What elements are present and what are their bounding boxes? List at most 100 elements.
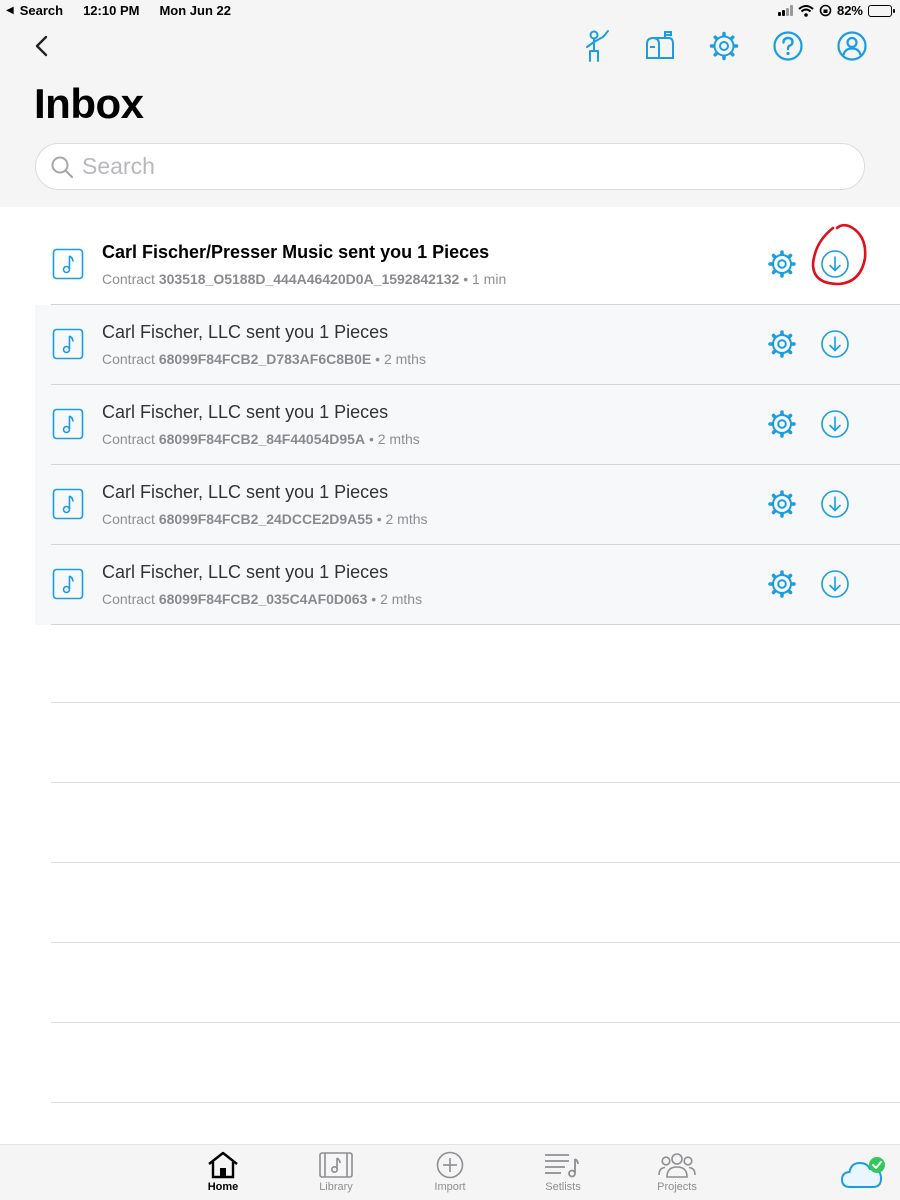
inbox-list: Carl Fischer/Presser Music sent you 1 Pi…: [0, 223, 900, 625]
row-download-button[interactable]: [820, 569, 850, 599]
inbox-row-age: • 2 mths: [371, 591, 423, 607]
empty-row-separator: [51, 703, 900, 783]
search-input[interactable]: [82, 153, 842, 180]
row-settings-button[interactable]: [767, 249, 797, 279]
inbox-row[interactable]: Carl Fischer, LLC sent you 1 Pieces Cont…: [35, 385, 900, 465]
inbox-row-age: • 2 mths: [375, 351, 426, 367]
inbox-row-subtitle: Contract 68099F84FCB2_035C4AF0D063 • 2 m…: [102, 591, 422, 607]
download-circle-icon: [821, 330, 849, 358]
contract-id: 68099F84FCB2_035C4AF0D063: [158, 591, 368, 607]
gear-icon: [768, 490, 796, 518]
file-icon-wrap: [52, 248, 84, 280]
row-settings-button[interactable]: [767, 569, 797, 599]
conductor-icon: [586, 30, 609, 62]
contract-label: Contract: [102, 271, 155, 287]
conductor-button[interactable]: [578, 28, 614, 64]
contract-label: Contract: [102, 351, 155, 367]
toolbar: [578, 28, 870, 64]
row-download-button[interactable]: [820, 329, 850, 359]
status-bar: ◀ Search 12:10 PM Mon Jun 22 82%: [0, 0, 900, 22]
tab-library[interactable]: Library: [291, 1151, 381, 1193]
inbox-row-title: Carl Fischer, LLC sent you 1 Pieces: [102, 482, 389, 502]
inbox-row[interactable]: Carl Fischer, LLC sent you 1 Pieces Cont…: [35, 545, 900, 625]
contract-id: 68099F84FCB2_24DCCE2D9A55: [158, 511, 373, 527]
setlist-icon: [545, 1154, 579, 1178]
download-circle-icon: [821, 410, 849, 438]
gear-icon: [768, 410, 796, 438]
inbox-row-age: • 2 mths: [376, 511, 428, 527]
inbox-row-title: Carl Fischer, LLC sent you 1 Pieces: [102, 562, 389, 582]
contract-id: 68099F84FCB2_D783AF6C8B0E: [158, 351, 372, 367]
settings-button[interactable]: [706, 28, 742, 64]
battery-icon: [868, 4, 895, 17]
row-download-button[interactable]: [820, 409, 850, 439]
page-title: Inbox: [34, 80, 144, 127]
status-time: 12:10 PM: [83, 3, 140, 18]
back-to-app-label[interactable]: Search: [20, 3, 63, 18]
file-icon-wrap: [52, 568, 84, 600]
inbox-row-age: • 1 min: [463, 271, 507, 287]
file-icon-wrap: [52, 408, 84, 440]
status-date: Mon Jun 22: [159, 3, 231, 18]
tab-bar: Home Library Import Setlists Projects: [0, 1144, 900, 1200]
tab-setlists[interactable]: Setlists: [518, 1151, 608, 1193]
music-file-icon: [52, 248, 84, 280]
tab-projects[interactable]: Projects: [632, 1151, 722, 1193]
home-icon: [208, 1151, 238, 1179]
music-file-icon: [52, 328, 84, 360]
mailbox-button[interactable]: [642, 28, 678, 64]
chevron-left-icon: [35, 35, 48, 57]
help-button[interactable]: [770, 28, 806, 64]
contract-id: 303518_O5188D_444A46420D0A_1592842132: [158, 271, 460, 287]
back-button[interactable]: [28, 32, 54, 60]
signal-icon: [777, 5, 793, 16]
account-button[interactable]: [834, 28, 870, 64]
gear-icon: [768, 570, 796, 598]
wifi-icon: [798, 4, 814, 17]
row-download-button[interactable]: [820, 489, 850, 519]
cloud-sync-icon: [840, 1157, 885, 1188]
row-download-button[interactable]: [820, 249, 850, 279]
inbox-row-age: • 2 mths: [368, 431, 420, 447]
inbox-row-subtitle: Contract 68099F84FCB2_84F44054D95A • 2 m…: [102, 431, 420, 447]
contract-id: 68099F84FCB2_84F44054D95A: [158, 431, 366, 447]
inbox-row-title: Carl Fischer, LLC sent you 1 Pieces: [102, 322, 389, 342]
music-file-icon: [52, 488, 84, 520]
row-settings-button[interactable]: [767, 489, 797, 519]
battery-percent: 82%: [836, 3, 863, 18]
contract-label: Contract: [102, 431, 155, 447]
inbox-row[interactable]: Carl Fischer, LLC sent you 1 Pieces Cont…: [35, 305, 900, 385]
row-settings-button[interactable]: [767, 409, 797, 439]
tab-home[interactable]: Home: [178, 1151, 268, 1193]
tab-import[interactable]: Import: [405, 1151, 495, 1193]
inbox-row-subtitle: Contract 68099F84FCB2_24DCCE2D9A55 • 2 m…: [102, 511, 428, 527]
empty-row-separator: [51, 1023, 900, 1103]
empty-row-separator: [51, 863, 900, 943]
gear-icon: [768, 250, 796, 278]
cloud-sync-status[interactable]: [840, 1155, 888, 1191]
tab-label: Import: [434, 1181, 466, 1193]
music-file-icon: [52, 568, 84, 600]
library-icon: [319, 1152, 353, 1178]
header: Inbox: [0, 22, 900, 207]
people-icon: [658, 1153, 696, 1178]
orientation-lock-icon: [819, 4, 832, 17]
inbox-row[interactable]: Carl Fischer, LLC sent you 1 Pieces Cont…: [35, 465, 900, 545]
inbox-row-title: Carl Fischer/Presser Music sent you 1 Pi…: [102, 242, 490, 262]
gear-icon: [768, 330, 796, 358]
contract-label: Contract: [102, 511, 155, 527]
download-circle-icon: [821, 250, 849, 278]
empty-row-separator: [51, 943, 900, 1023]
inbox-row-title: Carl Fischer, LLC sent you 1 Pieces: [102, 402, 389, 422]
empty-list-area: [51, 623, 900, 1103]
mailbox-icon: [646, 31, 674, 59]
inbox-row[interactable]: Carl Fischer/Presser Music sent you 1 Pi…: [35, 223, 900, 305]
search-bar[interactable]: [35, 143, 865, 190]
download-circle-icon: [821, 570, 849, 598]
tab-label: Home: [207, 1181, 239, 1193]
tab-label: Library: [319, 1181, 353, 1193]
inbox-row-subtitle: Contract 303518_O5188D_444A46420D0A_1592…: [102, 271, 506, 287]
back-to-app-icon[interactable]: ◀: [6, 5, 14, 16]
plus-circle-icon: [436, 1151, 464, 1179]
row-settings-button[interactable]: [767, 329, 797, 359]
